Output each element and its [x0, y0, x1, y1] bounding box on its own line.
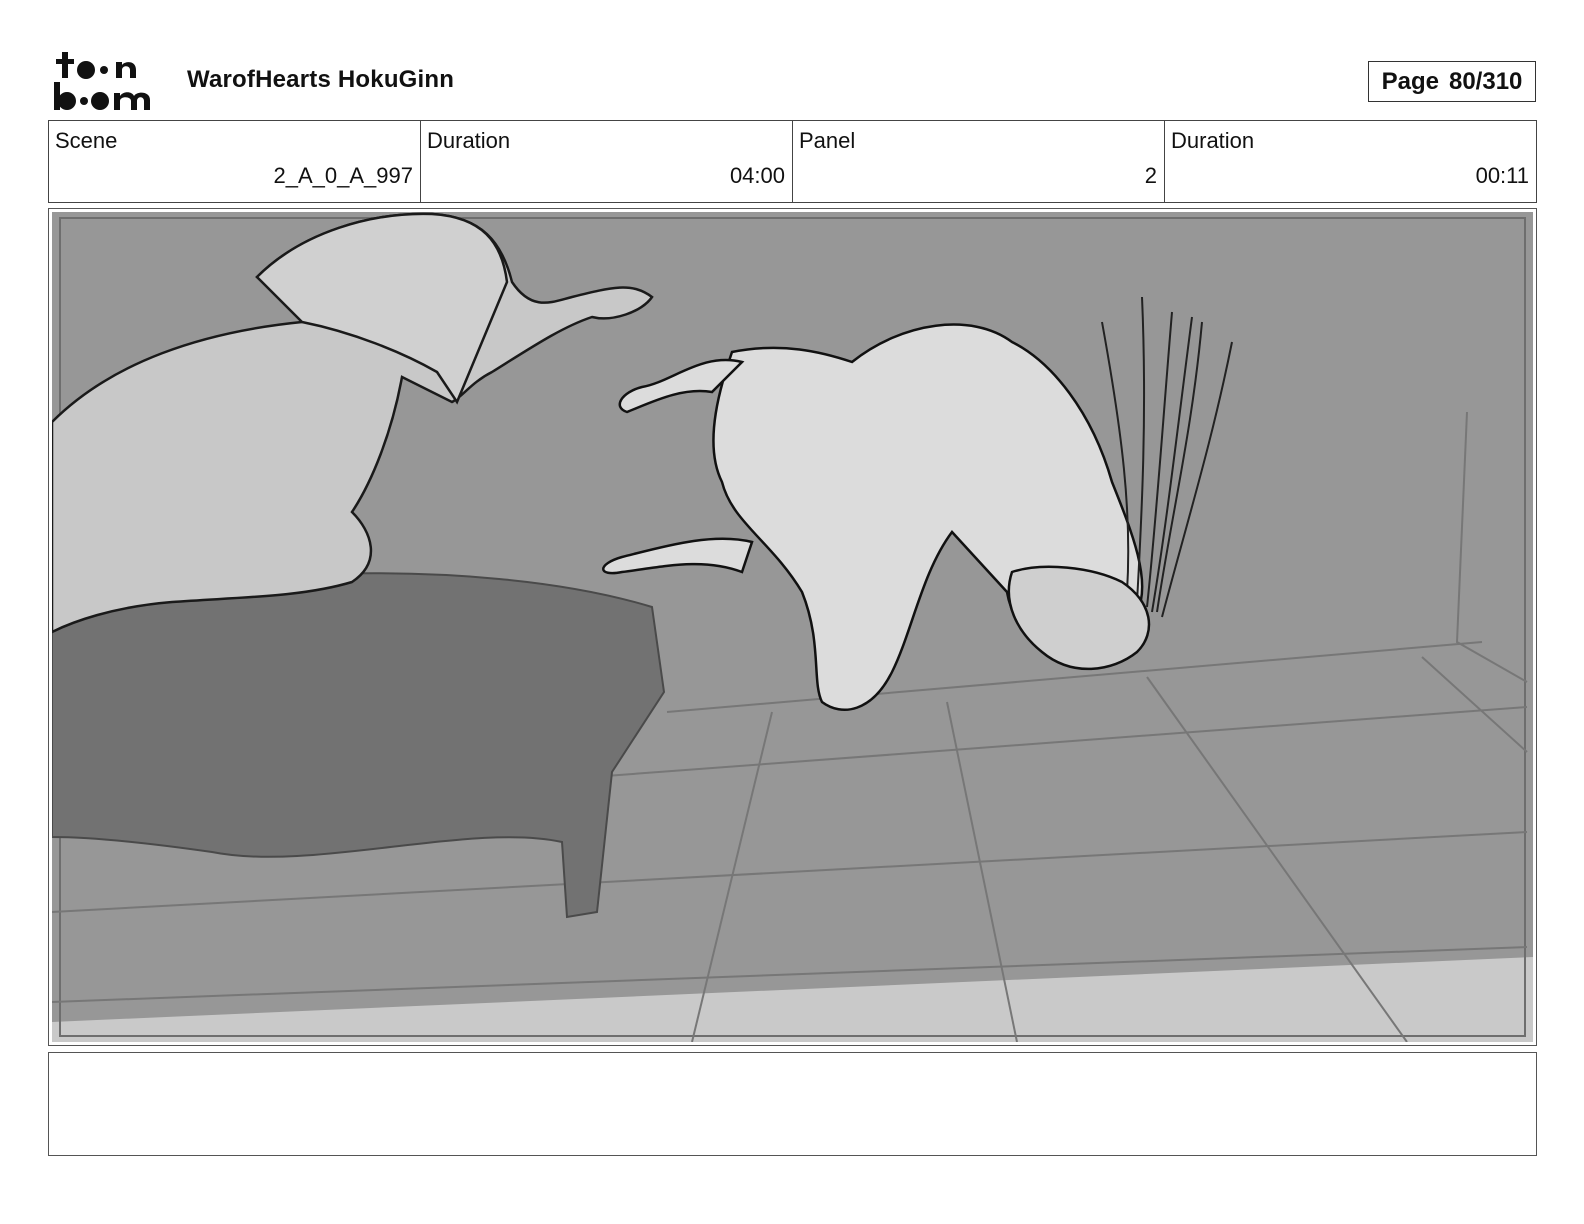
scene-value: 2_A_0_A_997 [273, 163, 413, 188]
scene-cell: Scene 2_A_0_A_997 [49, 121, 421, 202]
toon-boom-logo [54, 52, 150, 110]
panel-cell: Panel 2 [793, 121, 1165, 202]
page-indicator: Page 80/310 [1368, 61, 1536, 102]
panel-value: 2 [1144, 163, 1157, 188]
panel-duration-label: Duration [1171, 128, 1255, 153]
page-number: 80/310 [1448, 67, 1523, 95]
scene-info-row: Scene 2_A_0_A_997 Duration 04:00 Panel 2… [48, 120, 1537, 203]
scene-duration-value: 04:00 [729, 163, 785, 188]
project-title: WarofHearts HokuGinn [187, 66, 455, 93]
scene-duration-label: Duration [427, 128, 511, 153]
page-label: Page [1381, 67, 1439, 95]
panel-notes-box [48, 1052, 1537, 1156]
storyboard-drawing [52, 212, 1533, 1042]
panel-label: Panel [799, 128, 856, 153]
panel-duration-value: 00:11 [1475, 163, 1529, 188]
scene-label: Scene [55, 128, 118, 153]
panel-duration-cell: Duration 00:11 [1165, 121, 1536, 202]
scene-duration-cell: Duration 04:00 [421, 121, 793, 202]
